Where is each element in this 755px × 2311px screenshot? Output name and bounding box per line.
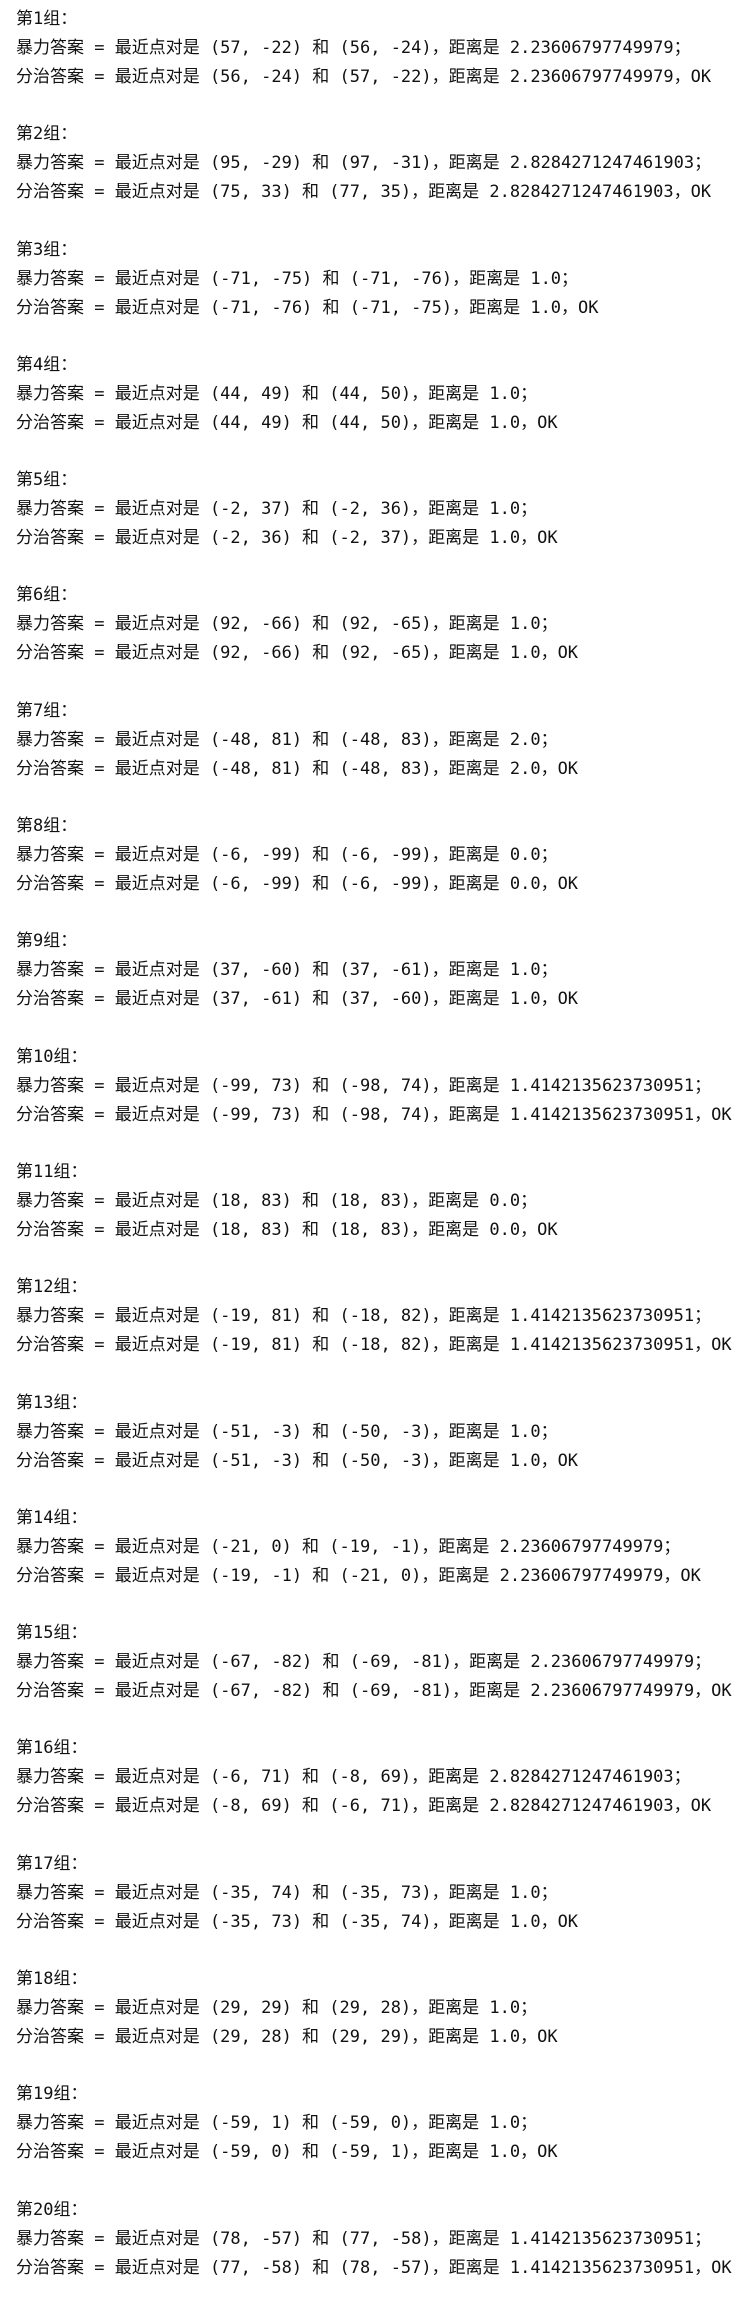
group-header: 第15组： <box>16 1623 88 1644</box>
divide-conquer-result: 分治答案 = 最近点对是 (92, -66) 和 (92, -65)，距离是 1… <box>16 643 579 664</box>
group-header: 第4组： <box>16 354 78 375</box>
group-header: 第9组： <box>16 931 78 952</box>
group-header: 第1组： <box>16 9 78 29</box>
test-group-16: 第16组： 暴力答案 = 最近点对是 (-6, 71) 和 (-8, 69)，距… <box>16 1734 746 1849</box>
brute-force-result: 暴力答案 = 最近点对是 (29, 29) 和 (29, 28)，距离是 1.0… <box>16 1998 538 2019</box>
test-group-15: 第15组： 暴力答案 = 最近点对是 (-67, -82) 和 (-69, -8… <box>16 1619 746 1734</box>
divide-conquer-result: 分治答案 = 最近点对是 (-2, 36) 和 (-2, 37)，距离是 1.0… <box>16 528 558 549</box>
brute-force-result: 暴力答案 = 最近点对是 (57, -22) 和 (56, -24)，距离是 2… <box>16 38 691 58</box>
brute-force-result: 暴力答案 = 最近点对是 (92, -66) 和 (92, -65)，距离是 1… <box>16 614 558 635</box>
test-group-4: 第4组： 暴力答案 = 最近点对是 (44, 49) 和 (44, 50)，距离… <box>16 351 746 466</box>
test-group-6: 第6组： 暴力答案 = 最近点对是 (92, -66) 和 (92, -65)，… <box>16 581 746 696</box>
divide-conquer-result: 分治答案 = 最近点对是 (-8, 69) 和 (-6, 71)，距离是 2.8… <box>16 1796 712 1817</box>
test-group-1: 第1组： 暴力答案 = 最近点对是 (57, -22) 和 (56, -24)，… <box>16 5 746 120</box>
divide-conquer-result: 分治答案 = 最近点对是 (-19, 81) 和 (-18, 82)，距离是 1… <box>16 1335 732 1356</box>
group-header: 第3组： <box>16 239 78 260</box>
test-group-12: 第12组： 暴力答案 = 最近点对是 (-19, 81) 和 (-18, 82)… <box>16 1273 746 1388</box>
test-group-11: 第11组： 暴力答案 = 最近点对是 (18, 83) 和 (18, 83)，距… <box>16 1158 746 1273</box>
test-group-7: 第7组： 暴力答案 = 最近点对是 (-48, 81) 和 (-48, 83)，… <box>16 697 746 812</box>
brute-force-result: 暴力答案 = 最近点对是 (-21, 0) 和 (-19, -1)，距离是 2.… <box>16 1536 681 1557</box>
group-header: 第11组： <box>16 1161 88 1182</box>
test-group-2: 第2组： 暴力答案 = 最近点对是 (95, -29) 和 (97, -31)，… <box>16 120 746 235</box>
group-header: 第2组： <box>16 124 78 145</box>
test-group-19: 第19组： 暴力答案 = 最近点对是 (-59, 1) 和 (-59, 0)，距… <box>16 2080 746 2195</box>
test-group-20: 第20组： 暴力答案 = 最近点对是 (78, -57) 和 (77, -58)… <box>16 2196 746 2311</box>
group-header: 第5组： <box>16 470 78 491</box>
test-group-9: 第9组： 暴力答案 = 最近点对是 (37, -60) 和 (37, -61)，… <box>16 927 746 1042</box>
brute-force-result: 暴力答案 = 最近点对是 (-2, 37) 和 (-2, 36)，距离是 1.0… <box>16 499 538 520</box>
test-group-5: 第5组： 暴力答案 = 最近点对是 (-2, 37) 和 (-2, 36)，距离… <box>16 466 746 581</box>
test-group-3: 第3组： 暴力答案 = 最近点对是 (-71, -75) 和 (-71, -76… <box>16 236 746 351</box>
divide-conquer-result: 分治答案 = 最近点对是 (-19, -1) 和 (-21, 0)，距离是 2.… <box>16 1565 701 1586</box>
divide-conquer-result: 分治答案 = 最近点对是 (37, -61) 和 (37, -60)，距离是 1… <box>16 989 579 1010</box>
group-header: 第20组： <box>16 2199 88 2220</box>
group-header: 第12组： <box>16 1277 88 1298</box>
brute-force-result: 暴力答案 = 最近点对是 (-35, 74) 和 (-35, 73)，距离是 1… <box>16 1882 558 1903</box>
group-header: 第19组： <box>16 2084 88 2105</box>
brute-force-result: 暴力答案 = 最近点对是 (-51, -3) 和 (-50, -3)，距离是 1… <box>16 1421 558 1442</box>
brute-force-result: 暴力答案 = 最近点对是 (-6, -99) 和 (-6, -99)，距离是 0… <box>16 845 558 866</box>
test-group-14: 第14组： 暴力答案 = 最近点对是 (-21, 0) 和 (-19, -1)，… <box>16 1504 746 1619</box>
brute-force-result: 暴力答案 = 最近点对是 (-99, 73) 和 (-98, 74)，距离是 1… <box>16 1075 712 1096</box>
brute-force-result: 暴力答案 = 最近点对是 (95, -29) 和 (97, -31)，距离是 2… <box>16 153 712 174</box>
group-header: 第14组： <box>16 1507 88 1528</box>
divide-conquer-result: 分治答案 = 最近点对是 (-71, -76) 和 (-71, -75)，距离是… <box>16 297 599 318</box>
divide-conquer-result: 分治答案 = 最近点对是 (56, -24) 和 (57, -22)，距离是 2… <box>16 67 712 87</box>
divide-conquer-result: 分治答案 = 最近点对是 (-99, 73) 和 (-98, 74)，距离是 1… <box>16 1104 732 1125</box>
divide-conquer-result: 分治答案 = 最近点对是 (44, 49) 和 (44, 50)，距离是 1.0… <box>16 412 558 433</box>
brute-force-result: 暴力答案 = 最近点对是 (-67, -82) 和 (-69, -81)，距离是… <box>16 1652 712 1673</box>
test-group-13: 第13组： 暴力答案 = 最近点对是 (-51, -3) 和 (-50, -3)… <box>16 1389 746 1504</box>
divide-conquer-result: 分治答案 = 最近点对是 (-59, 0) 和 (-59, 1)，距离是 1.0… <box>16 2142 558 2163</box>
brute-force-result: 暴力答案 = 最近点对是 (-19, 81) 和 (-18, 82)，距离是 1… <box>16 1306 712 1327</box>
divide-conquer-result: 分治答案 = 最近点对是 (77, -58) 和 (78, -57)，距离是 1… <box>16 2257 732 2278</box>
brute-force-result: 暴力答案 = 最近点对是 (18, 83) 和 (18, 83)，距离是 0.0… <box>16 1190 538 1211</box>
brute-force-result: 暴力答案 = 最近点对是 (44, 49) 和 (44, 50)，距离是 1.0… <box>16 383 538 404</box>
divide-conquer-result: 分治答案 = 最近点对是 (-48, 81) 和 (-48, 83)，距离是 2… <box>16 758 579 779</box>
divide-conquer-result: 分治答案 = 最近点对是 (29, 28) 和 (29, 29)，距离是 1.0… <box>16 2027 558 2048</box>
divide-conquer-result: 分治答案 = 最近点对是 (-51, -3) 和 (-50, -3)，距离是 1… <box>16 1450 579 1471</box>
test-group-17: 第17组： 暴力答案 = 最近点对是 (-35, 74) 和 (-35, 73)… <box>16 1850 746 1965</box>
divide-conquer-result: 分治答案 = 最近点对是 (-67, -82) 和 (-69, -81)，距离是… <box>16 1681 732 1702</box>
brute-force-result: 暴力答案 = 最近点对是 (78, -57) 和 (77, -58)，距离是 1… <box>16 2228 712 2249</box>
group-header: 第18组： <box>16 1969 88 1990</box>
group-header: 第10组： <box>16 1046 88 1067</box>
brute-force-result: 暴力答案 = 最近点对是 (-71, -75) 和 (-71, -76)，距离是… <box>16 268 579 289</box>
brute-force-result: 暴力答案 = 最近点对是 (-48, 81) 和 (-48, 83)，距离是 2… <box>16 729 558 750</box>
divide-conquer-result: 分治答案 = 最近点对是 (75, 33) 和 (77, 35)，距离是 2.8… <box>16 182 712 203</box>
test-group-8: 第8组： 暴力答案 = 最近点对是 (-6, -99) 和 (-6, -99)，… <box>16 812 746 927</box>
group-header: 第7组： <box>16 700 78 721</box>
divide-conquer-result: 分治答案 = 最近点对是 (-35, 73) 和 (-35, 74)，距离是 1… <box>16 1911 579 1932</box>
group-header: 第6组： <box>16 585 78 606</box>
brute-force-result: 暴力答案 = 最近点对是 (-6, 71) 和 (-8, 69)，距离是 2.8… <box>16 1767 691 1788</box>
divide-conquer-result: 分治答案 = 最近点对是 (18, 83) 和 (18, 83)，距离是 0.0… <box>16 1219 558 1240</box>
group-header: 第17组： <box>16 1853 88 1874</box>
divide-conquer-result: 分治答案 = 最近点对是 (-6, -99) 和 (-6, -99)，距离是 0… <box>16 874 579 895</box>
test-group-18: 第18组： 暴力答案 = 最近点对是 (29, 29) 和 (29, 28)，距… <box>16 1965 746 2080</box>
brute-force-result: 暴力答案 = 最近点对是 (-59, 1) 和 (-59, 0)，距离是 1.0… <box>16 2113 538 2134</box>
test-group-10: 第10组： 暴力答案 = 最近点对是 (-99, 73) 和 (-98, 74)… <box>16 1043 746 1158</box>
brute-force-result: 暴力答案 = 最近点对是 (37, -60) 和 (37, -61)，距离是 1… <box>16 960 558 981</box>
group-header: 第13组： <box>16 1392 88 1413</box>
group-header: 第8组： <box>16 816 78 837</box>
output-log: 第1组： 暴力答案 = 最近点对是 (57, -22) 和 (56, -24)，… <box>16 5 746 2311</box>
group-header: 第16组： <box>16 1738 88 1759</box>
